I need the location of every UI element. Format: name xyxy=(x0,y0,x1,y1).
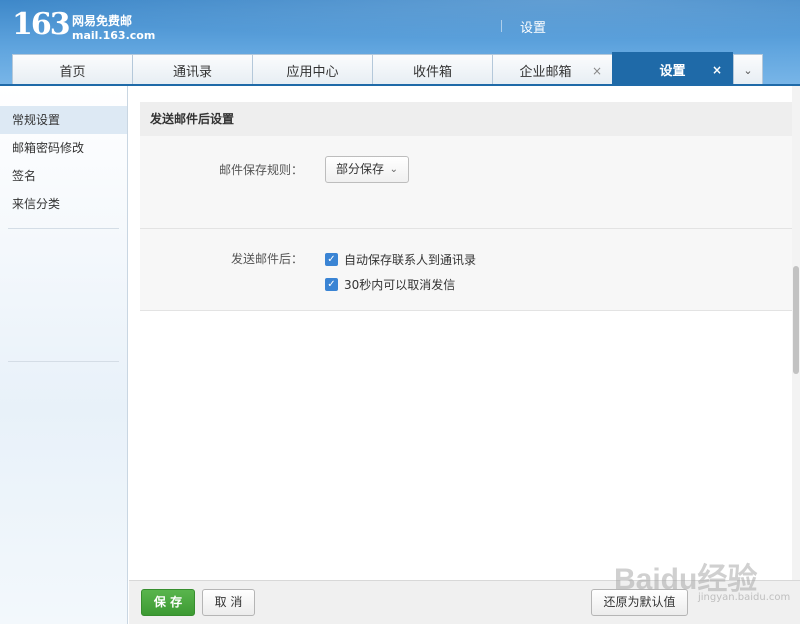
sidebar-divider xyxy=(8,228,119,229)
tab-bar: 首页 通讯录 应用中心 收件箱 企业邮箱 × 设置 × ⌄ xyxy=(12,52,763,86)
scrollbar[interactable] xyxy=(792,86,800,580)
sidebar-item-password[interactable]: 邮箱密码修改 xyxy=(0,134,127,162)
tab-contacts[interactable]: 通讯录 xyxy=(132,54,253,86)
section-body: 邮件保存规则： 部分保存 ⌄ 发送邮件后： ✓ 自动保存联系人到通讯录 ✓ 30… xyxy=(140,136,792,311)
tab-inbox[interactable]: 收件箱 xyxy=(372,54,493,86)
row-divider xyxy=(140,228,792,229)
sidebar: 常规设置 邮箱密码修改 签名 来信分类 xyxy=(0,86,128,624)
section-title: 发送邮件后设置 xyxy=(140,102,792,136)
save-rule-label: 邮件保存规则： xyxy=(218,163,303,177)
tab-label: 通讯录 xyxy=(172,65,212,80)
save-rule-select[interactable]: 部分保存 ⌄ xyxy=(325,156,409,183)
tab-more-button[interactable]: ⌄ xyxy=(733,54,763,86)
sidebar-item-filters[interactable]: 来信分类 xyxy=(0,190,127,218)
tab-label: 收件箱 xyxy=(412,65,452,80)
tab-label: 应用中心 xyxy=(286,65,339,80)
after-send-label: 发送邮件后： xyxy=(230,252,303,266)
tab-app-center[interactable]: 应用中心 xyxy=(252,54,373,86)
sidebar-divider xyxy=(8,361,119,362)
save-button[interactable]: 保 存 xyxy=(141,589,195,616)
tab-enterprise-mail[interactable]: 企业邮箱 × xyxy=(492,54,613,86)
logo-number: 163 xyxy=(12,7,71,42)
restore-defaults-button[interactable]: 还原为默认值 xyxy=(591,589,688,616)
footer-toolbar: 保 存 取 消 还原为默认值 xyxy=(129,580,800,624)
tab-label: 首页 xyxy=(59,65,86,80)
sidebar-item-signature[interactable]: 签名 xyxy=(0,162,127,190)
save-rule-value: 部分保存 xyxy=(336,162,385,176)
logo-domain: mail.163.com xyxy=(72,29,156,42)
logo[interactable]: 163 网易免费邮 mail.163.com xyxy=(12,7,156,44)
chevron-down-icon: ⌄ xyxy=(743,64,753,77)
sidebar-item-general[interactable]: 常规设置 xyxy=(0,106,127,134)
tab-settings[interactable]: 设置 × xyxy=(612,52,733,86)
scrollbar-thumb[interactable] xyxy=(793,266,799,374)
tab-label: 设置 xyxy=(659,64,686,79)
checkbox-checked-icon[interactable]: ✓ xyxy=(325,253,338,266)
header-divider xyxy=(501,20,502,32)
checkbox-label: 30秒内可以取消发信 xyxy=(344,278,456,292)
sidebar-list: 常规设置 邮箱密码修改 签名 来信分类 xyxy=(0,86,127,218)
cancel-button[interactable]: 取 消 xyxy=(202,589,255,616)
tab-home[interactable]: 首页 xyxy=(12,54,133,86)
tab-label: 企业邮箱 xyxy=(519,65,572,80)
checkbox-checked-icon[interactable]: ✓ xyxy=(325,278,338,291)
page-title: 设置 xyxy=(520,21,547,36)
settings-panel: 发送邮件后设置 邮件保存规则： 部分保存 ⌄ 发送邮件后： ✓ 自动保存联系人到… xyxy=(129,86,800,624)
logo-name: 网易免费邮 xyxy=(72,14,133,28)
close-icon[interactable]: × xyxy=(712,63,722,77)
undo-send-option[interactable]: ✓ 30秒内可以取消发信 xyxy=(325,276,455,293)
save-contacts-option[interactable]: ✓ 自动保存联系人到通讯录 xyxy=(325,251,476,268)
chevron-down-icon: ⌄ xyxy=(389,164,398,175)
close-icon[interactable]: × xyxy=(592,64,602,78)
checkbox-label: 自动保存联系人到通讯录 xyxy=(344,253,477,267)
